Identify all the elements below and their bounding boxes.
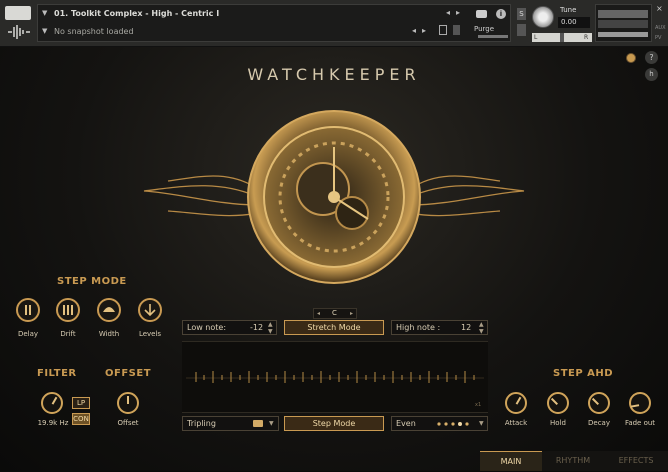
pan-right-label: R — [584, 34, 589, 41]
stretch-mode-button[interactable]: Stretch Mode — [284, 320, 384, 335]
dropdown-arrow-icon[interactable]: ▼ — [42, 9, 47, 17]
info-icon[interactable]: i — [496, 9, 506, 19]
instrument-panel: WATCHKEEPER ? h STEP MODE Delay Drift Wi… — [0, 47, 668, 471]
snapshot-dropdown-icon[interactable]: ▼ — [42, 27, 47, 35]
low-note-spinner-icon[interactable]: ▲ ▼ — [268, 321, 273, 335]
levels-label: Levels — [138, 330, 162, 338]
step-waveform-icon — [186, 371, 484, 383]
low-note-value: -12 — [250, 323, 264, 332]
tab-main[interactable]: MAIN — [480, 451, 542, 471]
prev-preset-icon[interactable]: ◂ — [446, 8, 450, 17]
dropdown-arrow-icon: ▼ — [269, 420, 274, 427]
delay-button[interactable] — [16, 298, 40, 322]
offset-title: OFFSET — [105, 368, 152, 379]
delete-snapshot-icon[interactable] — [453, 25, 460, 35]
tripling-label: Tripling — [187, 419, 216, 428]
lp-button[interactable]: LP — [72, 397, 90, 409]
filter-title: FILTER — [37, 368, 77, 379]
width-label: Width — [98, 330, 120, 338]
tab-rhythm[interactable]: RHYTHM — [542, 451, 604, 471]
levels-button[interactable] — [138, 298, 162, 322]
drift-button[interactable] — [56, 298, 80, 322]
hold-knob[interactable] — [547, 392, 569, 414]
attack-label: Attack — [504, 419, 528, 427]
display-marker: x1 — [475, 402, 482, 408]
offset-knob[interactable] — [117, 392, 139, 414]
delay-label: Delay — [17, 330, 39, 338]
high-note-label: High note : — [396, 323, 441, 332]
next-preset-icon[interactable]: ▸ — [456, 8, 460, 17]
tune-label: Tune — [560, 6, 577, 14]
bars-icon — [63, 305, 73, 315]
purge-meter — [478, 35, 508, 38]
instrument-title: WATCHKEEPER — [247, 65, 421, 84]
clock-artwork-icon — [143, 110, 525, 284]
high-note-spinner-icon[interactable]: ▲ ▼ — [479, 321, 484, 335]
waveform-logo-icon[interactable] — [6, 24, 32, 40]
tab-effects[interactable]: EFFECTS — [604, 451, 668, 471]
fade-out-label: Fade out — [624, 419, 656, 427]
help-button[interactable]: ? — [645, 51, 658, 64]
purge-menu[interactable]: Purge — [474, 25, 494, 33]
filter-knob[interactable] — [41, 392, 63, 414]
fade-out-knob[interactable] — [629, 392, 651, 414]
pause-icon — [25, 305, 31, 315]
attack-knob[interactable] — [505, 392, 527, 414]
key-prev-icon[interactable]: ◂ — [317, 310, 320, 317]
high-note-field[interactable]: High note : 12 ▲ ▼ — [391, 320, 488, 335]
dots-icon — [437, 422, 469, 426]
wrench-icon[interactable] — [5, 6, 31, 20]
decay-knob[interactable] — [588, 392, 610, 414]
step-display[interactable]: x1 — [182, 341, 488, 413]
aux-label[interactable]: AUX — [655, 25, 666, 31]
snapshot-name[interactable]: No snapshot loaded — [54, 27, 134, 36]
preset-browser: ▼ 01. Toolkit Complex - High - Centric I… — [37, 4, 511, 42]
kontakt-header: ▼ 01. Toolkit Complex - High - Centric I… — [0, 0, 668, 47]
step-mode-button[interactable]: Step Mode — [284, 416, 384, 431]
high-note-value: 12 — [461, 323, 472, 332]
low-note-field[interactable]: Low note: -12 ▲ ▼ — [182, 320, 277, 335]
tune-knob[interactable] — [532, 6, 554, 28]
low-note-label: Low note: — [187, 323, 227, 332]
prev-snapshot-icon[interactable]: ◂ — [412, 26, 416, 35]
close-icon[interactable]: × — [656, 4, 663, 13]
tune-value[interactable]: 0.00 — [558, 17, 590, 28]
step-ahd-title: STEP AHD — [553, 368, 614, 379]
offset-label: Offset — [117, 419, 139, 427]
solo-button[interactable]: S — [517, 8, 526, 20]
pan-handle[interactable] — [560, 33, 564, 42]
meter-right — [598, 20, 648, 28]
tripling-dropdown[interactable]: Tripling ▼ — [182, 416, 279, 431]
mute-button[interactable] — [517, 24, 526, 36]
width-icon — [103, 307, 115, 312]
stack-icon — [253, 420, 263, 427]
pan-slider[interactable]: L R — [532, 33, 592, 42]
meter-left — [598, 10, 648, 18]
pan-left-label: L — [534, 34, 538, 41]
power-led-icon[interactable] — [626, 53, 636, 63]
pv-label[interactable]: PV — [655, 35, 661, 41]
preset-name[interactable]: 01. Toolkit Complex - High - Centric I — [54, 9, 219, 18]
levels-icon — [144, 304, 156, 317]
save-snapshot-icon[interactable] — [439, 25, 447, 35]
hold-label: Hold — [550, 419, 566, 427]
output-meter — [595, 4, 652, 42]
volume-slider[interactable] — [598, 32, 648, 37]
key-value: C — [332, 309, 337, 317]
next-snapshot-icon[interactable]: ▸ — [422, 26, 426, 35]
page-tabs: MAIN RHYTHM EFFECTS — [480, 451, 668, 471]
con-button[interactable]: CON — [72, 413, 90, 425]
key-selector[interactable]: ◂ C ▸ — [313, 308, 357, 319]
even-dropdown[interactable]: Even ▼ — [391, 416, 488, 431]
home-button[interactable]: h — [645, 68, 658, 81]
decay-label: Decay — [588, 419, 610, 427]
dropdown-arrow-icon: ▼ — [479, 420, 484, 427]
even-label: Even — [396, 419, 416, 428]
key-next-icon[interactable]: ▸ — [350, 310, 353, 317]
width-button[interactable] — [97, 298, 121, 322]
step-mode-title: STEP MODE — [57, 276, 127, 287]
camera-icon[interactable] — [476, 10, 487, 18]
filter-value: 19.9k Hz — [37, 419, 69, 427]
drift-label: Drift — [60, 330, 76, 338]
